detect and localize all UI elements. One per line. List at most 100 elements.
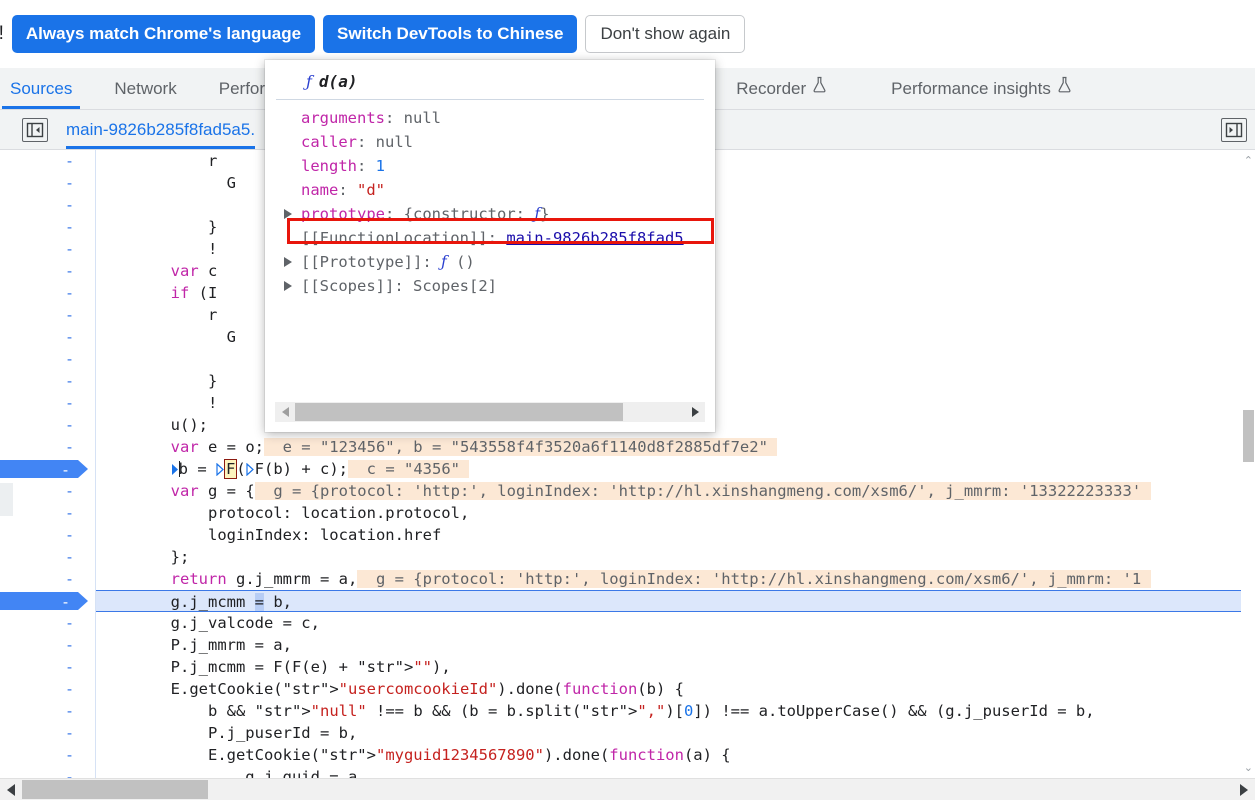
popup-function-signature: ƒ d(a) [276,60,704,100]
breakpoint-marker[interactable]: - [0,460,88,479]
gutter-row[interactable]: - [13,524,95,546]
gutter-row[interactable]: - [13,304,95,326]
tab-label: Network [114,79,177,98]
code-line[interactable]: }; [96,546,1255,568]
tab-label: Recorder [736,79,807,98]
gutter-row[interactable]: - [13,612,95,634]
gutter-row[interactable]: - [13,480,95,502]
inline-expand-chevron-icon[interactable] [171,460,180,475]
code-line[interactable]: g.j_valcode = c, [96,612,1255,634]
gutter-row[interactable]: - [13,678,95,700]
property-name: name [301,181,339,199]
show-navigator-icon[interactable] [22,117,48,142]
code-text: g.j_valcode = c, [96,614,320,632]
tab-recorder[interactable]: Recorder [722,68,841,109]
function-location-link[interactable]: main-9826b285f8fad5 [506,229,683,247]
editor-vertical-scroll-thumb[interactable] [1243,410,1254,462]
gutter-marker-label: - [60,593,70,611]
inline-evaluated-value: g = {protocol: 'http:', loginIndex: 'htt… [357,570,1151,588]
gutter-row[interactable]: - [13,744,95,766]
gutter-row[interactable]: - [13,766,95,778]
gutter-row[interactable]: - [13,700,95,722]
property-separator: : [338,181,357,199]
dont-show-again-button[interactable]: Don't show again [585,14,746,53]
popup-scroll-thumb[interactable] [295,403,623,421]
devtools-window: e! Always match Chrome's language Switch… [0,0,1255,800]
gutter-row[interactable]: - [13,722,95,744]
expand-triangle-icon[interactable] [284,257,292,267]
gutter-row[interactable]: - [13,502,95,524]
gutter-row[interactable]: - [13,436,95,458]
gutter-marker-label: - [64,636,74,654]
scroll-right-arrow-icon[interactable] [1233,779,1255,800]
gutter-row[interactable]: - [13,546,95,568]
scroll-tick-top: ⌃ [1243,155,1253,167]
code-text: r [96,152,218,170]
gutter-row[interactable]: - [13,238,95,260]
gutter-row[interactable]: - [13,370,95,392]
property-name: length [301,157,357,175]
inline-expand-chevron-icon[interactable] [246,460,255,477]
gutter-marker-label: - [64,570,74,588]
object-inspector-popup[interactable]: ƒ d(a) arguments: null caller: null length:… [265,60,715,432]
code-line[interactable]: P.j_mmrm = a, [96,634,1255,656]
tab-sources[interactable]: Sources [0,68,86,109]
tab-label: Performance insights [891,79,1051,98]
gutter-row[interactable]: - [13,414,95,436]
code-line[interactable]: b && "str">"null" !== b && (b = b.split(… [96,700,1255,722]
code-text: P.j_mcmm = F(F(e) + "str">""), [96,658,451,676]
inline-expand-chevron-icon[interactable] [216,460,225,477]
gutter-row[interactable]: - [13,348,95,370]
file-tab-main-bundle[interactable]: main-9826b285f8fad5a5. [66,110,256,149]
gutter-breakpoint-row[interactable]: - [0,590,95,612]
tab-network[interactable]: Network [100,68,190,109]
code-line[interactable]: var g = { g = {protocol: 'http:', loginI… [96,480,1255,502]
gutter-row[interactable]: - [13,260,95,282]
scroll-right-arrow-icon[interactable] [685,402,705,422]
code-line[interactable]: protocol: location.protocol, [96,502,1255,524]
editor-vertical-scrollbar[interactable]: ⌃ ⌄ [1241,150,1255,778]
property-separator: : [422,253,441,271]
popup-horizontal-scrollbar[interactable] [275,402,705,422]
breakpoint-marker[interactable]: - [0,592,88,611]
code-text: g.j_guid = a, [96,768,367,778]
switch-devtools-chinese-button[interactable]: Switch DevTools to Chinese [323,14,578,53]
code-line[interactable]: var e = o; e = "123456", b = "543558f4f3… [96,436,1255,458]
expand-triangle-icon[interactable] [284,281,292,291]
code-line[interactable]: loginIndex: location.href [96,524,1255,546]
editor-gutter[interactable]: - - - - - - - - - - - - - - - - - - - - - - - - - - - - - [0,150,96,778]
gutter-row[interactable]: - [13,656,95,678]
editor-horizontal-scrollbar[interactable] [0,778,1255,800]
always-match-language-button[interactable]: Always match Chrome's language [11,14,316,53]
code-line-current-execution[interactable]: g.j_mcmm = b, [96,590,1255,612]
gutter-row[interactable]: - [13,150,95,172]
expand-triangle-icon[interactable] [284,209,292,219]
code-line[interactable]: E.getCookie("str">"myguid1234567890").do… [96,744,1255,766]
code-line[interactable]: b = F(F(b) + c); c = "4356" [96,458,1255,480]
popup-property-list: arguments: null caller: null length: 1 name… [265,100,715,298]
code-line[interactable]: return g.j_mmrm = a, g = {protocol: 'htt… [96,568,1255,590]
gutter-marker-label: - [64,416,74,434]
code-line[interactable]: g.j_guid = a, [96,766,1255,778]
property-value: {constructor: ƒ} [403,205,550,223]
tab-performance-insights[interactable]: Performance insights [877,68,1086,109]
code-line[interactable]: P.j_puserId = b, [96,722,1255,744]
gutter-marker-label: - [64,526,74,544]
gutter-row[interactable]: - [13,634,95,656]
code-line[interactable]: P.j_mcmm = F(F(e) + "str">""), [96,656,1255,678]
gutter-row[interactable]: - [13,282,95,304]
popup-property-row: [[Scopes]]: Scopes[2] [265,274,715,298]
gutter-row[interactable]: - [13,326,95,348]
gutter-row[interactable]: - [13,568,95,590]
gutter-row[interactable]: - [13,172,95,194]
code-line[interactable]: E.getCookie("str">"usercomcookieId").don… [96,678,1255,700]
editor-horizontal-scroll-thumb[interactable] [22,780,208,799]
show-debugger-icon[interactable] [1221,118,1247,142]
gutter-row[interactable]: - [13,194,95,216]
scroll-left-arrow-icon[interactable] [0,779,22,800]
gutter-row[interactable]: - [13,216,95,238]
gutter-breakpoint-row[interactable]: - [0,458,95,480]
gutter-row[interactable]: - [13,392,95,414]
scroll-left-arrow-icon[interactable] [275,402,295,422]
gutter-marker-label: - [64,482,74,500]
